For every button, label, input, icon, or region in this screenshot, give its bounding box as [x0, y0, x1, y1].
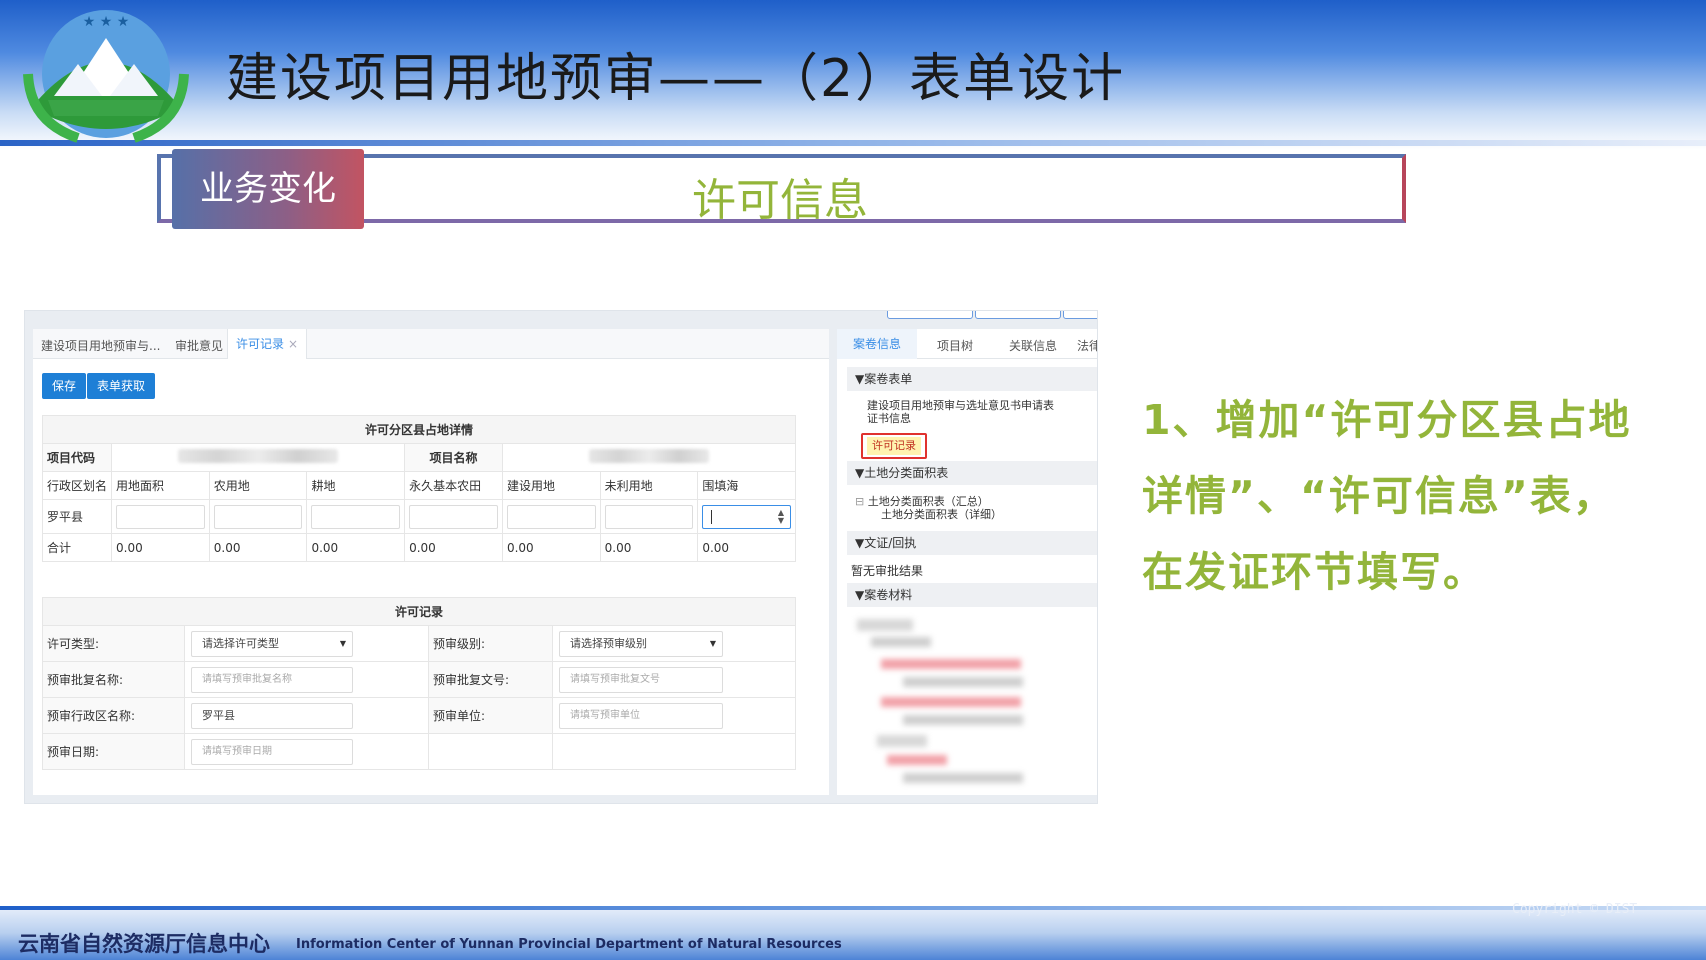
chevron-down-icon: ▼	[709, 638, 716, 648]
right-tab-bar: 案卷信息 项目树 关联信息 法律法	[837, 329, 1097, 359]
section-land-area[interactable]: ▼土地分类面积表	[847, 461, 1097, 485]
callout-note: 1、增加“许可分区县占地 详情”、“许可信息”表， 在发证环节填写。	[1142, 396, 1632, 596]
top-toolbar-strip	[861, 311, 1097, 321]
close-icon[interactable]: ×	[288, 337, 298, 351]
table-header-row: 行政区划名 用地面积 农用地 耕地 永久基本农田 建设用地 未利用地 围填海	[41, 471, 796, 500]
reclamation-input[interactable]: ▲ ▼	[702, 504, 791, 529]
save-button[interactable]: 保存	[42, 373, 87, 399]
toolbar-button[interactable]	[975, 311, 1061, 319]
total-value: 0.00	[501, 533, 601, 562]
column-header: 未利用地	[599, 471, 699, 500]
emblem-logo: ★ ★ ★	[8, 4, 204, 144]
toolbar-button[interactable]	[887, 311, 973, 319]
column-header: 永久基本农田	[404, 471, 503, 500]
spinner-icon[interactable]: ▲ ▼	[778, 508, 784, 525]
svg-text:★ ★ ★: ★ ★ ★	[83, 14, 130, 30]
table-caption: 许可分区县占地详情	[42, 415, 796, 444]
column-header: 围填海	[697, 471, 796, 500]
slide-title: 建设项目用地预审——（2）表单设计	[226, 49, 1126, 109]
reply-name-label: 预审批复名称:	[42, 661, 185, 698]
section-title: 许可信息	[692, 175, 868, 226]
section-tag: 业务变化	[172, 149, 364, 229]
license-type-select[interactable]: 请选择许可类型 ▼	[191, 630, 353, 657]
column-header: 行政区划名	[41, 471, 113, 500]
highlight-box	[861, 433, 927, 459]
total-value: 0.00	[208, 533, 308, 562]
cultivated-input[interactable]	[311, 504, 401, 529]
construction-land-input[interactable]	[506, 504, 596, 529]
tab-related-info[interactable]: 关联信息	[1009, 337, 1057, 354]
license-type-label: 许可类型:	[42, 625, 185, 662]
header-divider	[0, 140, 1706, 146]
region-name: 罗平县	[41, 499, 113, 534]
section-case-forms[interactable]: ▼案卷表单	[847, 367, 1097, 391]
tab-license-record[interactable]: 许可记录 ×	[227, 329, 308, 359]
form-item-application[interactable]: 建设项目用地预审与选址意见书申请表 证书信息	[867, 399, 1054, 425]
reply-name-input[interactable]: 请填写预审批复名称	[191, 666, 353, 693]
level-select[interactable]: 请选择预审级别 ▼	[559, 630, 723, 657]
footer-org-en: Information Center of Yunnan Provincial …	[296, 937, 842, 952]
column-header: 建设用地	[501, 471, 601, 500]
unit-input[interactable]: 请填写预审单位	[559, 702, 723, 729]
total-row: 合计 0.00 0.00 0.00 0.00 0.00 0.00 0.00	[41, 533, 796, 562]
total-value: 0.00	[404, 533, 503, 562]
toolbar-button[interactable]	[1063, 311, 1097, 319]
table-row: 罗平县 ▲ ▼	[41, 499, 796, 534]
total-value: 0.00	[306, 533, 406, 562]
copyright-text: Copyright © DIST	[1512, 902, 1638, 917]
tab-application-form[interactable]: 建设项目用地预审与...	[41, 337, 160, 354]
tab-law[interactable]: 法律法	[1077, 337, 1097, 354]
no-result-text: 暂无审批结果	[851, 564, 924, 578]
level-label: 预审级别:	[428, 625, 553, 662]
table-caption: 许可记录	[42, 597, 796, 626]
app-screenshot: 建设项目用地预审与... 审批意见 许可记录 × 保存 表单获取 许可分区县占地详…	[24, 310, 1098, 804]
project-code-label: 项目代码	[41, 443, 113, 472]
project-name-label: 项目名称	[404, 443, 503, 472]
total-value: 0.00	[111, 533, 210, 562]
case-info-panel: 案卷信息 项目树 关联信息 法律法 ▼案卷表单 建设项目用地预审与选址意见书申请…	[837, 329, 1097, 795]
slide: ★ ★ ★ 建设项目用地预审——（2）表单设计 业务变化 许可信息 建设项目用地…	[0, 0, 1706, 960]
area-input[interactable]	[116, 504, 205, 529]
total-label: 合计	[41, 533, 113, 562]
fetch-form-button[interactable]: 表单获取	[87, 373, 156, 399]
total-value: 0.00	[599, 533, 699, 562]
footer-divider	[0, 906, 1706, 910]
region-input[interactable]: 罗平县	[191, 702, 353, 729]
tab-bar: 建设项目用地预审与... 审批意见 许可记录 ×	[33, 329, 829, 359]
basic-farmland-input[interactable]	[409, 504, 498, 529]
form-panel: 建设项目用地预审与... 审批意见 许可记录 × 保存 表单获取 许可分区县占地详…	[33, 329, 829, 795]
tab-label: 许可记录	[236, 337, 285, 351]
land-area-tree[interactable]: ⊟ 土地分类面积表（汇总） 土地分类面积表（详细）	[855, 495, 1002, 521]
date-label: 预审日期:	[42, 733, 185, 770]
project-name-value	[501, 443, 797, 472]
project-code-value	[111, 443, 406, 472]
expand-icon: ⊟	[855, 495, 865, 508]
total-value: 0.00	[697, 533, 796, 562]
license-record-table: 许可记录 许可类型: 请选择许可类型 ▼ 预审级别: 请选择预审级别 ▼ 预审批复名…	[42, 597, 796, 770]
chevron-down-icon: ▼	[339, 638, 346, 648]
reply-no-label: 预审批复文号:	[428, 661, 553, 698]
column-header: 用地面积	[111, 471, 210, 500]
tab-project-tree[interactable]: 项目树	[937, 337, 973, 354]
footer-org-cn: 云南省自然资源厅信息中心	[18, 932, 270, 956]
column-header: 耕地	[306, 471, 406, 500]
tab-case-info[interactable]: 案卷信息	[837, 329, 918, 359]
farmland-input[interactable]	[213, 504, 303, 529]
tab-approval-opinion[interactable]: 审批意见	[175, 337, 223, 354]
region-label: 预审行政区名称:	[42, 697, 185, 734]
section-documents[interactable]: ▼文证/回执	[847, 531, 1097, 555]
section-materials[interactable]: ▼案卷材料	[847, 583, 1097, 607]
unit-label: 预审单位:	[428, 697, 553, 734]
reply-no-input[interactable]: 请填写预审批复文号	[559, 666, 723, 693]
unused-land-input[interactable]	[604, 504, 694, 529]
column-header: 农用地	[208, 471, 308, 500]
date-input[interactable]: 请填写预审日期	[191, 738, 353, 765]
county-land-table: 许可分区县占地详情 项目代码 项目名称 行政区划名 用地面积 农用地 耕地 永久…	[41, 415, 797, 562]
